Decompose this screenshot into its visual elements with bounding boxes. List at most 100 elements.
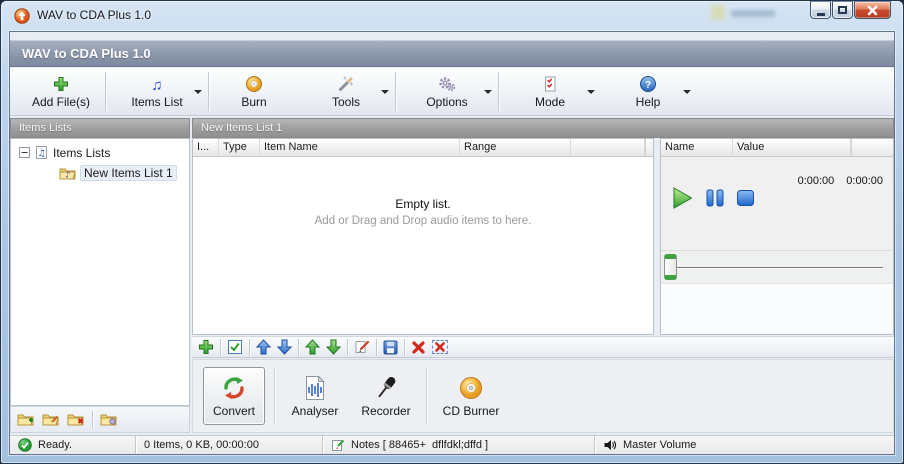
launcher-panel: Convert Analyser Recorder CD Burner <box>192 359 894 433</box>
status-volume-segment[interactable]: Master Volume <box>595 436 894 454</box>
seek-slider[interactable] <box>661 251 893 284</box>
sort-down-icon[interactable] <box>326 339 341 355</box>
move-down-icon[interactable] <box>277 339 292 355</box>
launcher-separator <box>274 368 275 424</box>
dropdown-arrow-icon[interactable] <box>683 90 691 94</box>
list-settings-icon[interactable] <box>100 412 118 427</box>
cd-burner-button[interactable]: CD Burner <box>436 367 506 425</box>
maximize-button[interactable] <box>832 1 853 19</box>
svg-text:♪: ♪ <box>65 171 70 180</box>
svg-text:?: ? <box>645 80 651 91</box>
properties-panel: Name Value 0:00:00 0:00:00 <box>660 138 894 335</box>
toolbar-separator <box>376 338 377 356</box>
add-item-icon[interactable] <box>198 339 214 355</box>
items-lists-panel-header: Items Lists <box>10 118 190 138</box>
toolbar-separator <box>298 338 299 356</box>
checklist-icon <box>541 74 559 93</box>
save-list-icon[interactable] <box>383 340 398 355</box>
seek-slider-thumb[interactable] <box>664 254 677 280</box>
window-controls <box>809 1 891 19</box>
desktop-peek-blob <box>711 5 725 20</box>
analyser-icon <box>306 374 325 400</box>
footer-separator <box>92 411 93 428</box>
toolbar-add-files-button[interactable]: Add File(s) <box>18 68 104 115</box>
sort-up-icon[interactable] <box>305 339 320 355</box>
seek-slider-track[interactable] <box>667 267 883 268</box>
toolbar-mode-button[interactable]: Mode <box>500 68 600 115</box>
music-sheet-icon: ♫ <box>36 146 47 159</box>
empty-list-subtitle: Add or Drag and Drop audio items to here… <box>314 215 532 227</box>
tree-root-row[interactable]: ♫ Items Lists <box>19 145 110 160</box>
add-file-icon <box>52 74 70 93</box>
maximize-icon <box>838 6 847 14</box>
column-id[interactable]: I... <box>193 139 219 156</box>
toolbar-burn-button[interactable]: Burn <box>210 68 298 115</box>
toolbar-items-list-button[interactable]: ♫ Items List <box>107 68 207 115</box>
items-lists-tree[interactable]: ♫ Items Lists ♪ New Items List 1 <box>10 138 190 406</box>
edit-list-icon[interactable] <box>42 412 60 427</box>
pause-icon[interactable] <box>706 188 725 208</box>
titlebar[interactable]: WAV to CDA Plus 1.0 <box>1 1 903 31</box>
close-button[interactable] <box>854 1 891 19</box>
convert-button[interactable]: Convert <box>203 367 265 425</box>
minimize-button[interactable] <box>810 1 831 19</box>
column-extra[interactable] <box>571 139 645 156</box>
delete-list-icon[interactable] <box>67 412 85 427</box>
time-display: 0:00:00 0:00:00 <box>798 175 883 187</box>
toolbar-separator <box>347 338 348 356</box>
toolbar-separator <box>498 72 499 111</box>
dropdown-arrow-icon[interactable] <box>484 90 492 94</box>
delete-all-icon[interactable] <box>432 340 448 354</box>
toolbar-separator <box>105 72 106 111</box>
dropdown-arrow-icon[interactable] <box>587 90 595 94</box>
collapse-icon[interactable] <box>19 147 30 158</box>
lists-footer-toolbar <box>10 406 190 433</box>
toolbar-separator <box>404 338 405 356</box>
check-items-icon[interactable] <box>227 339 243 355</box>
toolbar-label: Items List <box>131 95 183 109</box>
column-name[interactable]: Name <box>661 139 733 156</box>
play-icon[interactable] <box>669 185 695 211</box>
desktop-peek-blob <box>731 10 775 17</box>
toolbar-label: Options <box>426 95 468 109</box>
help-icon: ? <box>639 74 657 93</box>
toolbar-options-button[interactable]: Options <box>397 68 497 115</box>
stop-icon[interactable] <box>736 188 755 208</box>
main-toolbar: Add File(s) ♫ Items List Burn Tools Opti… <box>10 68 894 116</box>
toolbar-label: Mode <box>534 95 566 109</box>
column-value[interactable]: Value <box>733 139 851 156</box>
toolbar-separator <box>249 338 250 356</box>
recorder-button[interactable]: Recorder <box>355 367 417 425</box>
toolbar-separator <box>208 72 209 111</box>
empty-list-title: Empty list. <box>395 197 451 211</box>
items-list[interactable]: I... Type Item Name Range Empty list. Ad… <box>192 138 654 335</box>
toolbar-help-button[interactable]: ? Help <box>600 68 696 115</box>
gears-icon <box>438 74 456 93</box>
delete-item-icon[interactable] <box>411 340 426 355</box>
items-list-column-header: I... Type Item Name Range <box>193 139 653 157</box>
app-icon <box>14 8 30 24</box>
speaker-icon <box>604 440 617 450</box>
add-list-icon[interactable] <box>17 412 35 427</box>
window-title: WAV to CDA Plus 1.0 <box>37 8 152 22</box>
magic-wand-icon <box>337 74 355 93</box>
toolbar-label: Help <box>635 95 661 109</box>
column-range[interactable]: Range <box>460 139 571 156</box>
move-up-icon[interactable] <box>256 339 271 355</box>
column-type[interactable]: Type <box>219 139 260 156</box>
launcher-label: Analyser <box>291 403 339 418</box>
analyser-button[interactable]: Analyser <box>284 367 346 425</box>
svg-text:♫: ♫ <box>38 149 46 159</box>
tree-child-label: New Items List 1 <box>80 165 177 181</box>
tree-child-row[interactable]: ♪ New Items List 1 <box>59 165 177 181</box>
dropdown-arrow-icon[interactable] <box>381 90 389 94</box>
dropdown-arrow-icon[interactable] <box>194 90 202 94</box>
elapsed-time: 0:00:00 <box>797 175 835 187</box>
edit-item-icon[interactable] <box>354 339 370 355</box>
close-icon <box>867 5 878 15</box>
column-item-name[interactable]: Item Name <box>260 139 460 156</box>
status-ready-text: Ready. <box>38 439 73 451</box>
toolbar-tools-button[interactable]: Tools <box>298 68 394 115</box>
status-notes-segment[interactable]: Notes [ 88465+ dflfdkl;dffd ] <box>323 436 595 454</box>
status-items-segment: 0 Items, 0 KB, 00:00:00 <box>136 436 323 454</box>
